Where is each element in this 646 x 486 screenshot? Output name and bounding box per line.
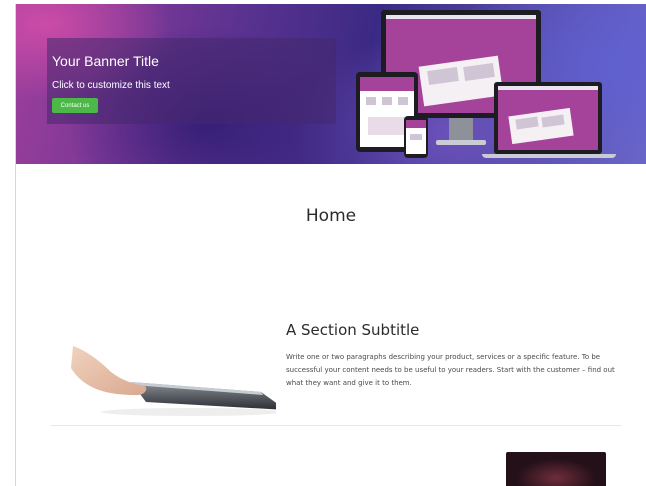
section-divider	[51, 425, 621, 426]
banner-title: Your Banner Title	[52, 53, 159, 69]
banner-text-box: Your Banner Title Click to customize thi…	[47, 38, 336, 124]
next-section-image	[506, 452, 606, 486]
contact-us-button[interactable]: Contact us	[52, 98, 98, 113]
section-body-text: Write one or two paragraphs describing y…	[286, 353, 615, 387]
phone-device	[404, 116, 428, 158]
website-preview: Your Banner Title Click to customize thi…	[15, 4, 646, 486]
laptop-base	[482, 154, 616, 158]
hand-tablet-image	[61, 340, 276, 420]
section-subtitle: A Section Subtitle	[286, 321, 420, 339]
monitor-base	[436, 140, 486, 145]
page-title: Home	[305, 206, 357, 226]
banner-text: Click to customize this text	[52, 80, 170, 91]
laptop-device	[494, 82, 602, 154]
monitor-stand	[449, 118, 473, 142]
hero-banner: Your Banner Title Click to customize thi…	[16, 4, 646, 164]
